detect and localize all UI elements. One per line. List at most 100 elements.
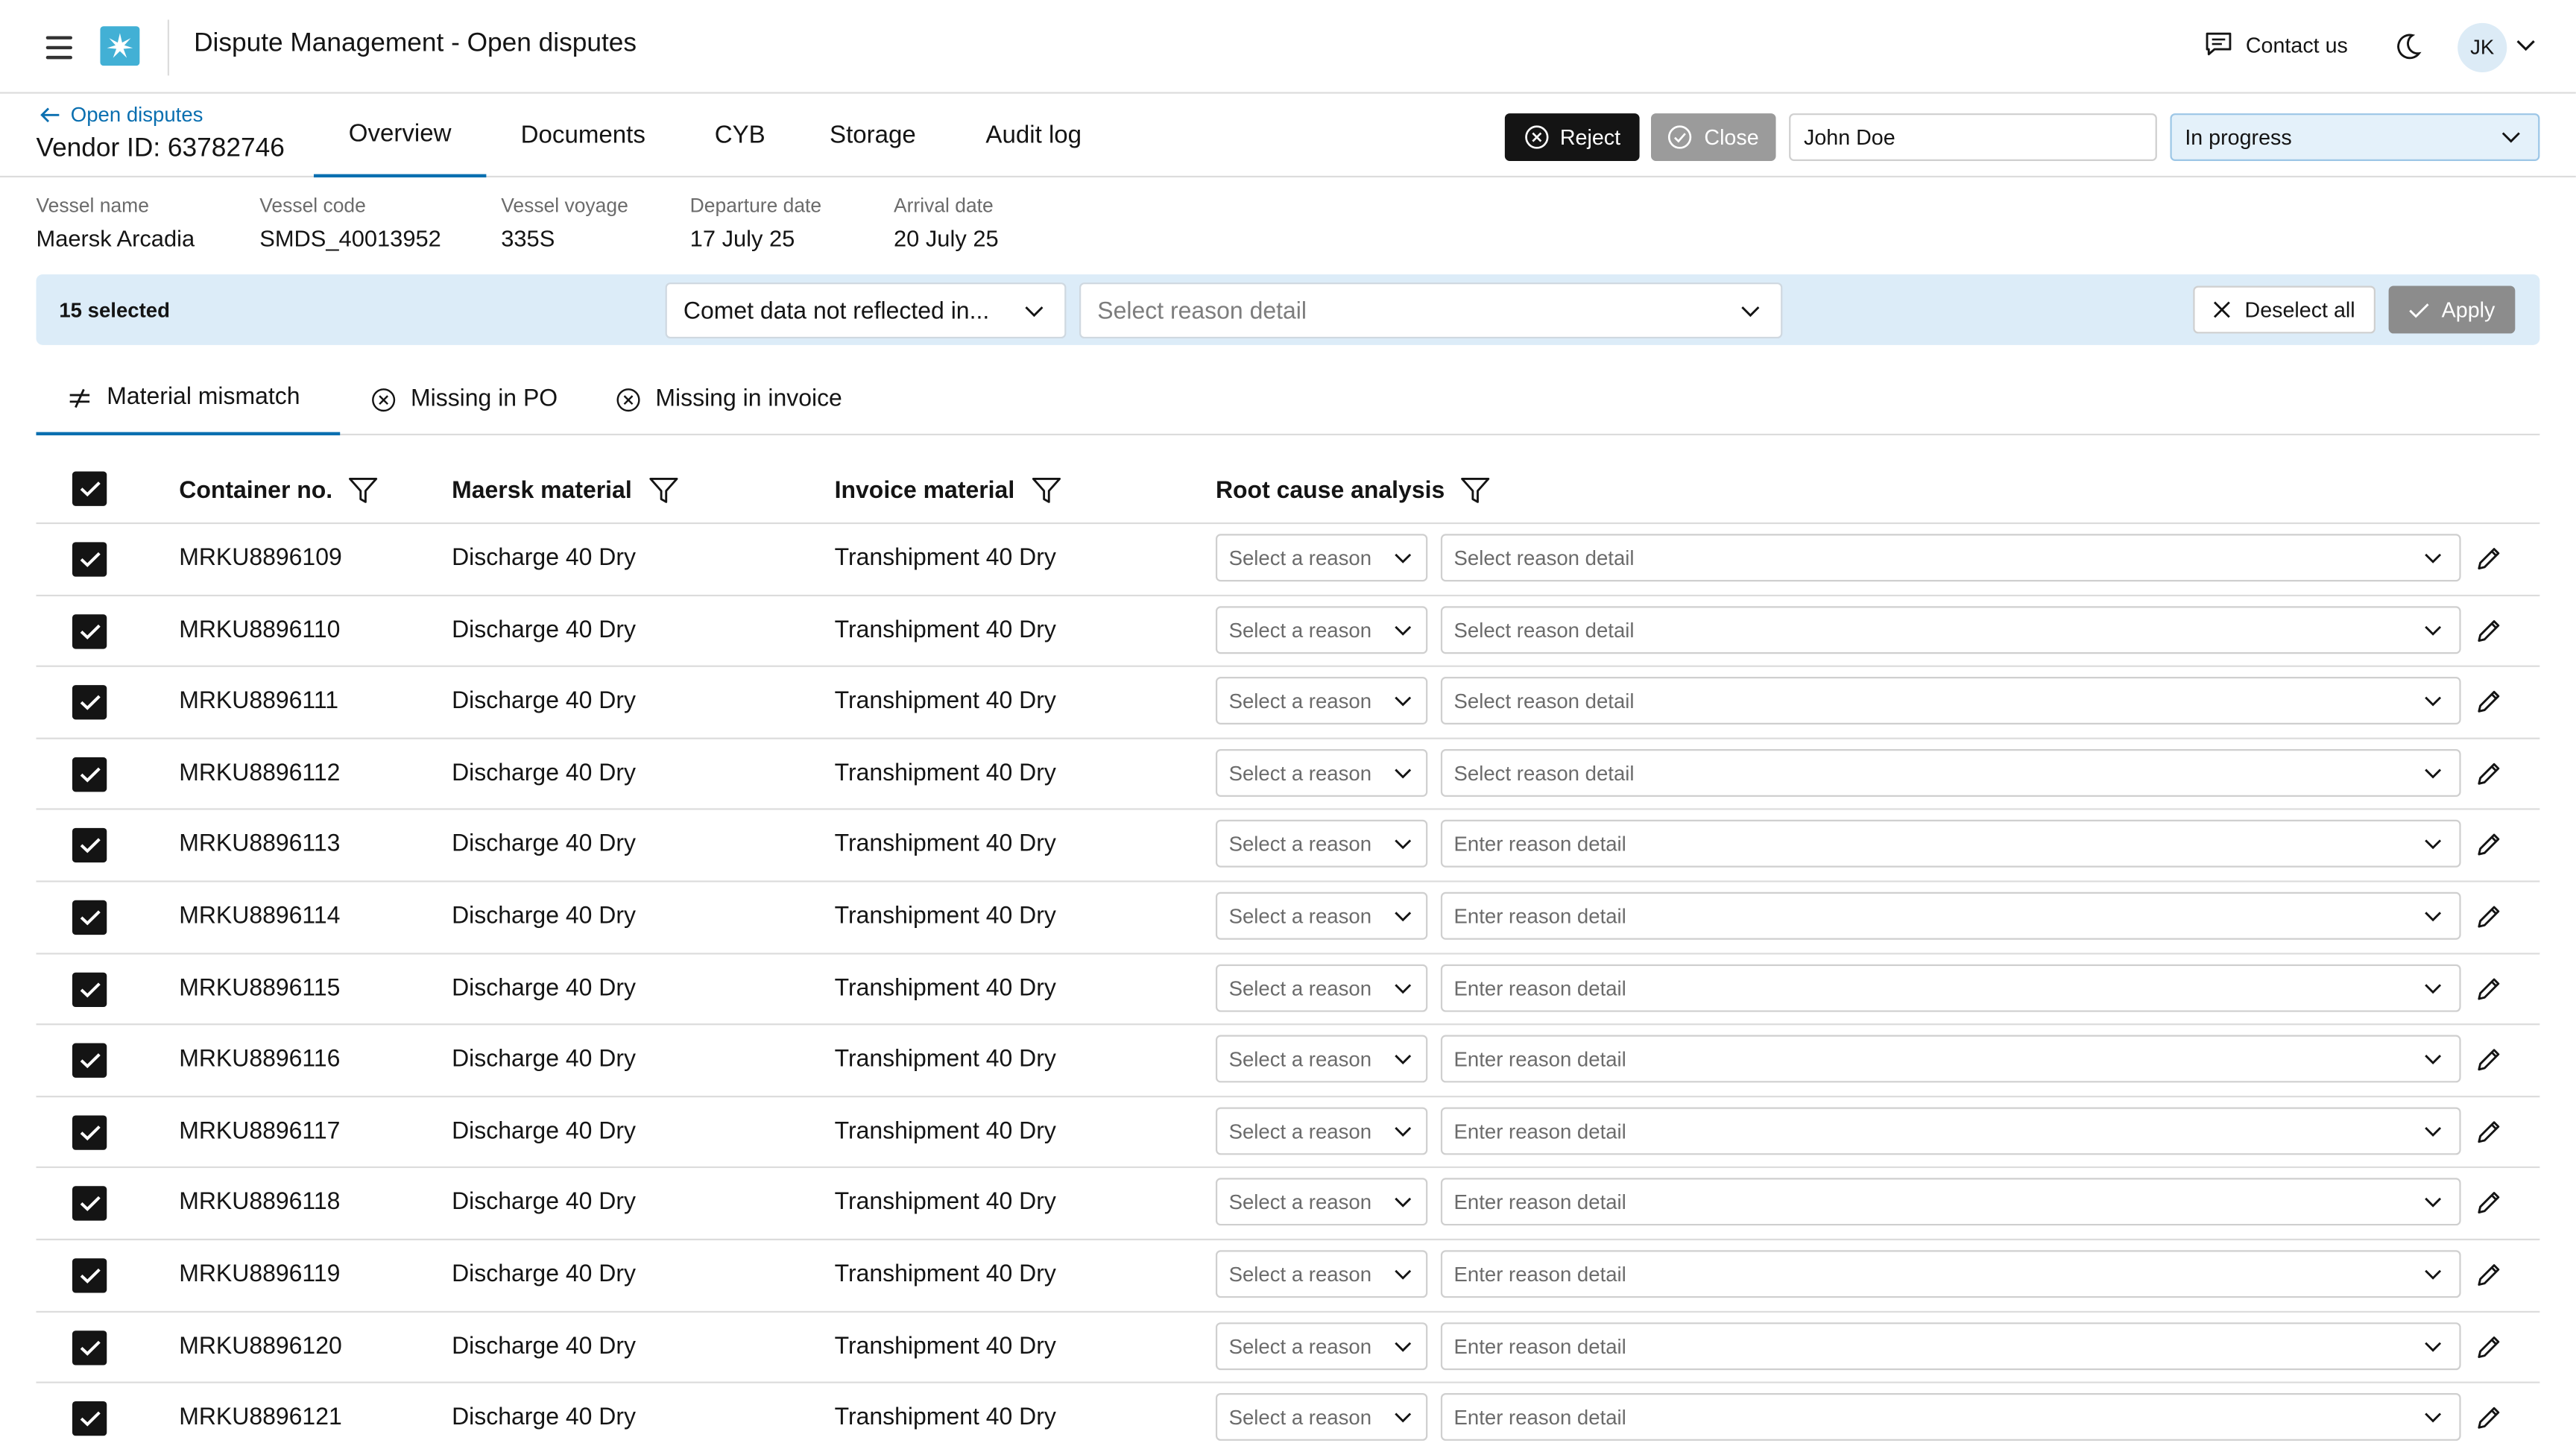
contact-us-link[interactable]: Contact us <box>2205 31 2348 57</box>
bulk-reason-detail-select[interactable]: Select reason detail <box>1079 282 1783 339</box>
tab-documents[interactable]: Documents <box>521 94 645 177</box>
maersk-star-logo[interactable] <box>100 26 140 66</box>
row-checkbox[interactable] <box>72 828 107 863</box>
reason-detail-select[interactable]: Enter reason detail <box>1440 1393 2461 1442</box>
pencil-icon[interactable] <box>2475 1333 2501 1360</box>
table-header: Container no. Maersk material Invoice ma… <box>36 455 2540 525</box>
user-avatar[interactable]: JK <box>2457 22 2507 72</box>
row-checkbox[interactable] <box>72 1401 107 1436</box>
reason-placeholder: Select a reason <box>1228 546 1372 570</box>
filter-icon[interactable] <box>349 476 379 504</box>
tab-material-mismatch[interactable]: Material mismatch <box>36 363 341 436</box>
status-select[interactable]: In progress <box>2170 113 2540 161</box>
reason-select[interactable]: Select a reason <box>1215 534 1428 582</box>
apply-button[interactable]: Apply <box>2388 285 2516 334</box>
reason-detail-select[interactable]: Enter reason detail <box>1440 963 2461 1011</box>
container-number: MRKU8896113 <box>179 832 341 859</box>
reason-select[interactable]: Select a reason <box>1215 891 1428 940</box>
reason-select[interactable]: Select a reason <box>1215 1322 1428 1370</box>
reject-button[interactable]: Reject <box>1504 113 1640 161</box>
filter-icon[interactable] <box>1461 476 1491 504</box>
filter-icon[interactable] <box>648 476 678 504</box>
reason-select[interactable]: Select a reason <box>1215 1250 1428 1298</box>
moon-icon[interactable] <box>2395 33 2422 60</box>
tab-audit-log[interactable]: Audit log <box>985 94 1082 177</box>
reason-detail-select[interactable]: Select reason detail <box>1440 605 2461 654</box>
pencil-icon[interactable] <box>2475 1262 2501 1288</box>
reason-select[interactable]: Select a reason <box>1215 1178 1428 1227</box>
filter-icon[interactable] <box>1031 476 1061 504</box>
chevron-down-icon <box>2425 912 2442 922</box>
reason-detail-select[interactable]: Enter reason detail <box>1440 1107 2461 1155</box>
row-checkbox[interactable] <box>72 1330 107 1365</box>
tab-overview[interactable]: Overview <box>313 94 487 178</box>
row-checkbox[interactable] <box>72 685 107 720</box>
tab-storage[interactable]: Storage <box>830 94 916 177</box>
pencil-icon[interactable] <box>2475 546 2501 572</box>
reason-detail-select[interactable]: Select reason detail <box>1440 534 2461 582</box>
close-button[interactable]: Close <box>1651 113 1776 161</box>
pencil-icon[interactable] <box>2475 1405 2501 1431</box>
pencil-icon[interactable] <box>2475 975 2501 1001</box>
row-checkbox[interactable] <box>72 971 107 1007</box>
menu-icon[interactable] <box>42 33 75 63</box>
reason-detail-select[interactable]: Enter reason detail <box>1440 1035 2461 1083</box>
table-row: MRKU8896111 Discharge 40 Dry Transhipmen… <box>36 667 2540 739</box>
pencil-icon[interactable] <box>2475 760 2501 786</box>
pencil-icon[interactable] <box>2475 1190 2501 1216</box>
pencil-icon[interactable] <box>2475 689 2501 715</box>
reason-select[interactable]: Select a reason <box>1215 748 1428 797</box>
pencil-icon[interactable] <box>2475 617 2501 643</box>
chevron-down-icon <box>1395 696 1412 707</box>
reason-select[interactable]: Select a reason <box>1215 1393 1428 1442</box>
reason-detail-placeholder: Select reason detail <box>1453 762 1635 786</box>
tab-cyb[interactable]: CYB <box>715 94 765 177</box>
back-to-open-disputes-link[interactable]: Open disputes <box>40 104 203 127</box>
column-label: Maersk material <box>452 477 632 504</box>
field-label: Departure date <box>689 194 822 217</box>
row-checkbox[interactable] <box>72 900 107 935</box>
reason-detail-select[interactable]: Enter reason detail <box>1440 1322 2461 1370</box>
row-checkbox[interactable] <box>72 1187 107 1222</box>
row-checkbox[interactable] <box>72 1043 107 1079</box>
check-icon <box>79 1125 100 1140</box>
deselect-all-button[interactable]: Deselect all <box>2193 285 2375 334</box>
select-all-checkbox[interactable] <box>72 471 107 506</box>
reason-select[interactable]: Select a reason <box>1215 1035 1428 1083</box>
pencil-icon[interactable] <box>2475 832 2501 858</box>
row-checkbox[interactable] <box>72 1115 107 1150</box>
tab-missing-in-invoice[interactable]: Missing in invoice <box>616 363 842 435</box>
tab-label: Audit log <box>985 121 1082 150</box>
chevron-down-icon <box>1741 306 1760 318</box>
reason-select[interactable]: Select a reason <box>1215 1107 1428 1155</box>
tab-label: Storage <box>830 121 916 150</box>
reason-select[interactable]: Select a reason <box>1215 605 1428 654</box>
row-checkbox[interactable] <box>72 1258 107 1293</box>
reason-detail-placeholder: Enter reason detail <box>1453 976 1626 1000</box>
chevron-down-icon[interactable] <box>2515 38 2536 53</box>
table-row: MRKU8896113 Discharge 40 Dry Transhipmen… <box>36 810 2540 883</box>
reason-detail-select[interactable]: Select reason detail <box>1440 748 2461 797</box>
invoice-material: Transhipment 40 Dry <box>834 1333 1056 1360</box>
row-checkbox[interactable] <box>72 542 107 577</box>
bulk-reason-select[interactable]: Comet data not reflected in... <box>665 282 1067 339</box>
row-checkbox[interactable] <box>72 757 107 792</box>
tab-missing-in-po[interactable]: Missing in PO <box>371 363 558 435</box>
pencil-icon[interactable] <box>2475 1118 2501 1144</box>
pencil-icon[interactable] <box>2475 903 2501 929</box>
reason-detail-select[interactable]: Enter reason detail <box>1440 820 2461 868</box>
reason-select[interactable]: Select a reason <box>1215 820 1428 868</box>
pencil-icon[interactable] <box>2475 1046 2501 1073</box>
row-checkbox[interactable] <box>72 613 107 648</box>
column-label: Root cause analysis <box>1215 477 1445 504</box>
reason-detail-select[interactable]: Enter reason detail <box>1440 891 2461 940</box>
reason-detail-select[interactable]: Enter reason detail <box>1440 1250 2461 1298</box>
reason-detail-placeholder: Enter reason detail <box>1453 1191 1626 1215</box>
chevron-down-icon <box>1395 553 1412 564</box>
reason-select[interactable]: Select a reason <box>1215 963 1428 1011</box>
reason-detail-select[interactable]: Enter reason detail <box>1440 1178 2461 1227</box>
assignee-field[interactable]: John Doe <box>1789 113 2157 161</box>
invoice-material: Transhipment 40 Dry <box>834 688 1056 716</box>
reason-detail-select[interactable]: Select reason detail <box>1440 677 2461 725</box>
reason-select[interactable]: Select a reason <box>1215 677 1428 725</box>
